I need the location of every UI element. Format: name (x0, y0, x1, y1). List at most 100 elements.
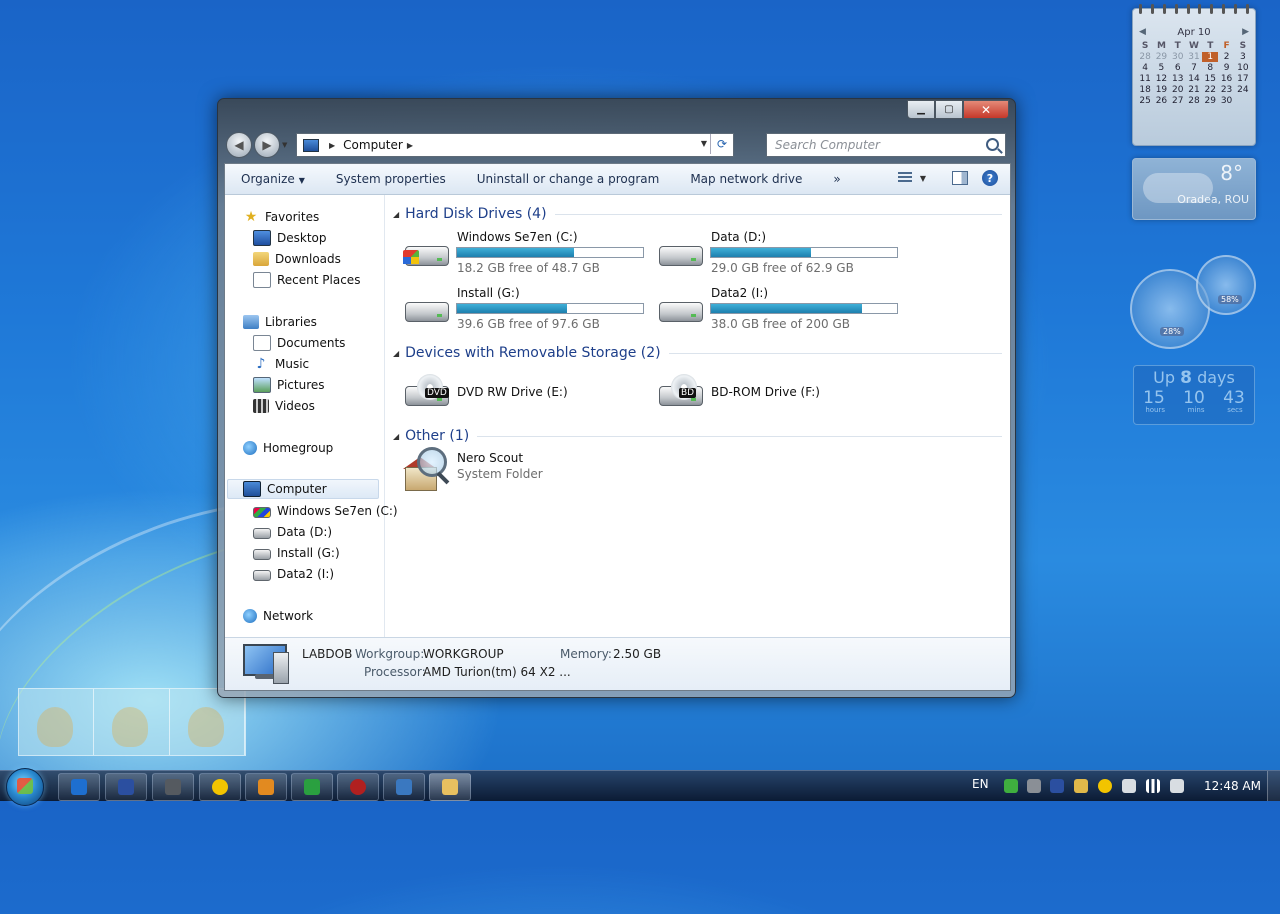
calendar-day[interactable]: 23 (1218, 85, 1234, 95)
drive-item[interactable]: Install (G:) 39.6 GB free of 97.6 GB (403, 286, 653, 331)
taskbar-messenger[interactable] (199, 773, 241, 801)
close-button[interactable]: ✕ (963, 100, 1009, 119)
calendar-day[interactable]: 28 (1186, 96, 1202, 106)
nav-pictures[interactable]: Pictures (253, 375, 325, 395)
calendar-day[interactable]: 28 (1137, 52, 1153, 62)
weather-gadget[interactable]: 8° Oradea, ROU (1132, 158, 1256, 220)
breadcrumb-arrow-icon[interactable]: ▶ (407, 141, 413, 150)
address-bar[interactable]: ▶ Computer ▶ ▼ ⟳ (296, 133, 734, 157)
preview-pane-icon[interactable] (952, 171, 968, 185)
address-history-dropdown[interactable]: ▼ (701, 139, 707, 148)
nav-drive-d[interactable]: Data (D:) (253, 522, 332, 542)
nav-videos[interactable]: Videos (253, 396, 315, 416)
nav-homegroup[interactable]: Homegroup (243, 438, 333, 458)
minimize-button[interactable]: ▁ (907, 100, 935, 119)
calendar-day[interactable]: 7 (1186, 63, 1202, 73)
nav-libraries[interactable]: Libraries (243, 312, 317, 332)
calendar-gadget[interactable]: ◀ Apr 10 ▶ S M T W T F S 28 29 30 31 1 2 3 4 5 6 7 8 9 10 11 1… (1132, 4, 1256, 146)
taskbar-windows-explorer[interactable] (429, 773, 471, 801)
refresh-icon[interactable]: ⟳ (710, 134, 733, 154)
start-button[interactable] (6, 768, 44, 806)
back-button[interactable]: ◀ (226, 132, 252, 158)
group-header-other[interactable]: ◢ Other (1) (393, 426, 1002, 446)
nav-recent-places[interactable]: Recent Places (253, 270, 360, 290)
calendar-day[interactable]: 19 (1153, 85, 1169, 95)
taskbar-remote-desktop[interactable] (383, 773, 425, 801)
calendar-day[interactable]: 17 (1235, 74, 1251, 84)
calendar-day[interactable]: 9 (1218, 63, 1234, 73)
volume-icon[interactable] (1170, 779, 1184, 793)
comic-strip-gadget[interactable] (18, 688, 246, 756)
collapse-icon[interactable]: ◢ (393, 210, 399, 219)
taskbar-media-player[interactable] (245, 773, 287, 801)
system-properties-button[interactable]: System properties (320, 172, 461, 186)
nav-desktop[interactable]: Desktop (253, 228, 327, 248)
nav-computer[interactable]: Computer (227, 479, 379, 499)
organize-button[interactable]: Organize ▼ (225, 172, 320, 186)
taskbar-project-app[interactable] (291, 773, 333, 801)
tray-app-icon[interactable] (1074, 779, 1088, 793)
collapse-icon[interactable]: ◢ (393, 432, 399, 441)
tray-usb-icon[interactable] (1027, 779, 1041, 793)
nero-scout-item[interactable]: Nero Scout System Folder (403, 447, 603, 497)
drive-item[interactable]: Data2 (I:) 38.0 GB free of 200 GB (657, 286, 907, 331)
calendar-day[interactable]: 25 (1137, 96, 1153, 106)
drive-item[interactable]: Windows Se7en (C:) 18.2 GB free of 48.7 … (403, 230, 653, 275)
calendar-day[interactable]: 18 (1137, 85, 1153, 95)
calendar-day[interactable]: 31 (1186, 52, 1202, 62)
calendar-day[interactable]: 30 (1218, 96, 1234, 106)
language-indicator[interactable]: EN (972, 777, 989, 791)
optical-drive-item[interactable]: DVD DVD RW Drive (E:) (403, 370, 653, 414)
calendar-day[interactable]: 3 (1235, 52, 1251, 62)
calendar-day[interactable]: 22 (1202, 85, 1218, 95)
calendar-day[interactable]: 29 (1153, 52, 1169, 62)
show-desktop-button[interactable] (1267, 771, 1280, 801)
network-signal-icon[interactable] (1146, 779, 1160, 793)
calendar-day[interactable]: 15 (1202, 74, 1218, 84)
calendar-day[interactable]: 12 (1153, 74, 1169, 84)
calendar-day[interactable]: 6 (1170, 63, 1186, 73)
breadcrumb-arrow-icon[interactable]: ▶ (329, 141, 335, 150)
cpu-meter-gadget[interactable]: 28% 58% (1130, 255, 1256, 349)
calendar-day[interactable]: 1 (1202, 52, 1219, 62)
search-input[interactable]: Search Computer (766, 133, 1006, 157)
optical-drive-item[interactable]: BD BD-ROM Drive (F:) (657, 370, 907, 414)
breadcrumb-computer[interactable]: Computer (343, 138, 403, 152)
taskbar-nero[interactable] (337, 773, 379, 801)
calendar-day[interactable]: 21 (1186, 85, 1202, 95)
calendar-day[interactable]: 2 (1218, 52, 1234, 62)
nav-favorites[interactable]: ★ Favorites (243, 207, 320, 227)
explorer-window[interactable]: ▁ ▢ ✕ ◀ ▶ ▼ ▶ Computer ▶ ▼ ⟳ Search Comp… (217, 98, 1016, 698)
calendar-day[interactable]: 14 (1186, 74, 1202, 84)
nav-documents[interactable]: Documents (253, 333, 345, 353)
calendar-day[interactable]: 13 (1170, 74, 1186, 84)
search-icon[interactable] (986, 138, 999, 151)
calendar-day[interactable]: 4 (1137, 63, 1153, 73)
nav-drive-g[interactable]: Install (G:) (253, 543, 340, 563)
forward-button[interactable]: ▶ (254, 132, 280, 158)
nav-network[interactable]: Network (243, 606, 313, 626)
collapse-icon[interactable]: ◢ (393, 349, 399, 358)
tray-messenger-icon[interactable] (1098, 779, 1112, 793)
nav-music[interactable]: ♪ Music (253, 354, 310, 374)
tray-update-icon[interactable] (1004, 779, 1018, 793)
calendar-day[interactable]: 26 (1153, 96, 1169, 106)
tray-power-icon[interactable] (1122, 779, 1136, 793)
calendar-day[interactable]: 29 (1202, 96, 1218, 106)
taskbar-clock[interactable]: 12:48 AM (1204, 779, 1261, 793)
calendar-day[interactable]: 20 (1170, 85, 1186, 95)
calendar-day[interactable]: 27 (1170, 96, 1186, 106)
uptime-gadget[interactable]: Up 8 days 15 10 43 hours mins secs (1133, 365, 1255, 425)
change-view-button[interactable]: ▼ (897, 172, 926, 184)
map-network-drive-button[interactable]: Map network drive (674, 172, 817, 186)
tray-floppy-icon[interactable] (1050, 779, 1064, 793)
nav-downloads[interactable]: Downloads (253, 249, 341, 269)
nav-drive-i[interactable]: Data2 (I:) (253, 564, 334, 584)
uninstall-program-button[interactable]: Uninstall or change a program (461, 172, 675, 186)
nav-drive-c[interactable]: Windows Se7en (C:) (253, 501, 398, 521)
group-header-hard-disk-drives[interactable]: ◢ Hard Disk Drives (4) (393, 204, 1002, 224)
recent-pages-dropdown[interactable]: ▼ (282, 141, 287, 149)
more-commands-button[interactable]: » (817, 172, 855, 186)
calendar-day[interactable]: 16 (1218, 74, 1234, 84)
prev-month-icon[interactable]: ◀ (1139, 27, 1146, 37)
